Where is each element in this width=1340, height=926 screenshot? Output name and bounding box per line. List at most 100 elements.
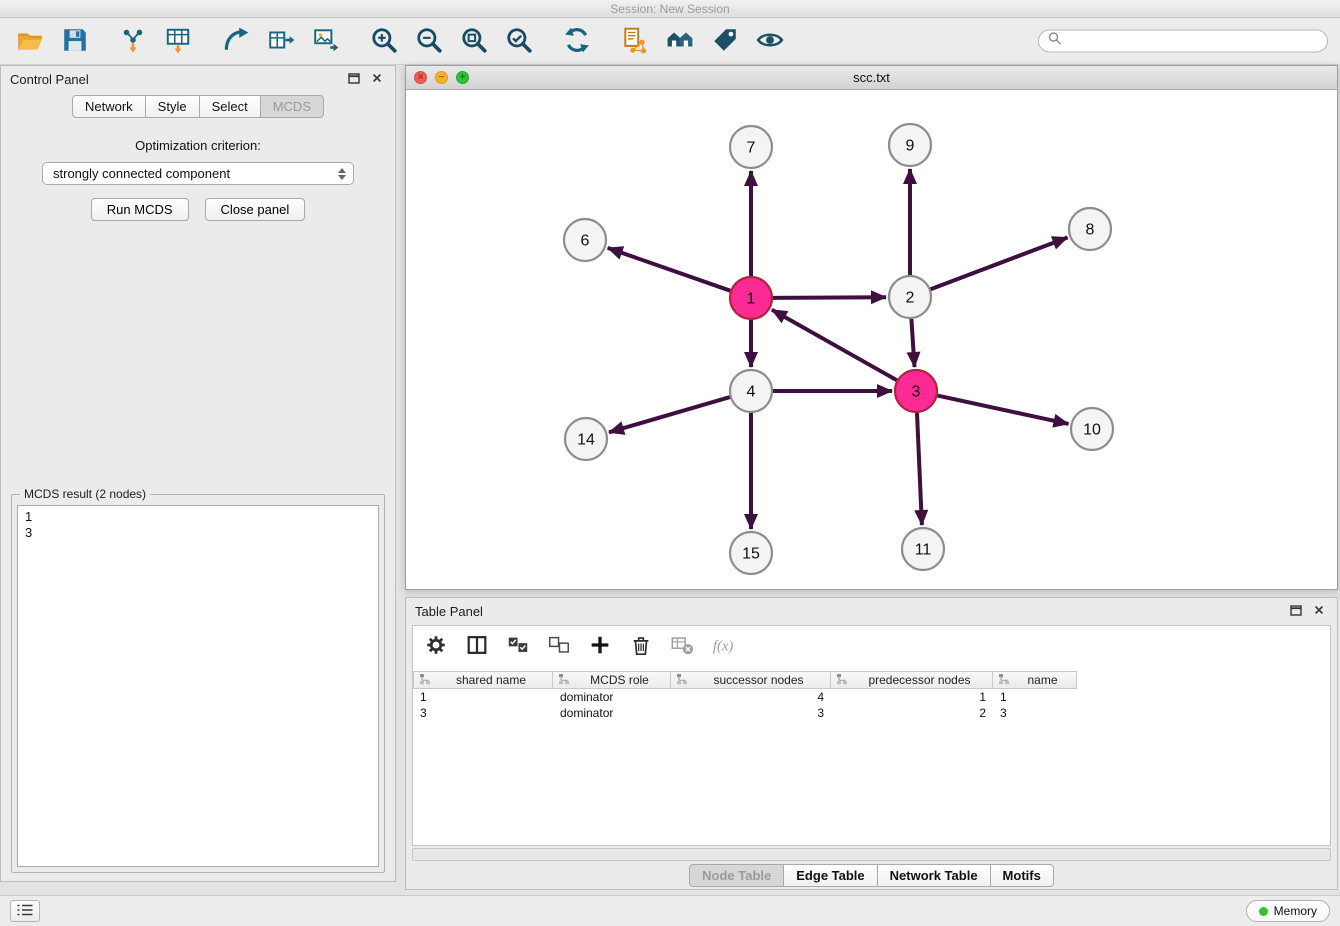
- zoom-selected-button[interactable]: [501, 23, 537, 59]
- svg-text:f(x): f(x): [713, 638, 734, 654]
- close-table-panel-button[interactable]: [1310, 602, 1328, 620]
- tab-mcds[interactable]: MCDS: [260, 95, 324, 118]
- table-cell: 1: [413, 689, 553, 705]
- export-network-button[interactable]: [218, 23, 254, 59]
- close-window-icon[interactable]: ×: [414, 71, 427, 84]
- zoom-out-button[interactable]: [411, 23, 447, 59]
- add-button[interactable]: [587, 633, 613, 659]
- close-icon: [1313, 604, 1325, 619]
- toolbar-group: [115, 23, 196, 59]
- node-9[interactable]: 9: [889, 124, 931, 166]
- zoom-fit-button[interactable]: [456, 23, 492, 59]
- unselect-all-button[interactable]: [546, 633, 572, 659]
- minimize-window-icon[interactable]: −: [435, 71, 448, 84]
- table-row[interactable]: 1dominator411: [413, 689, 1330, 705]
- select-all-button[interactable]: [505, 633, 531, 659]
- apply-style-icon: [711, 26, 739, 57]
- network-canvas[interactable]: 7 9 6 8 1 2 4 3 14 10 15 11: [406, 90, 1337, 589]
- node-1[interactable]: 1: [730, 277, 772, 319]
- export-table-button[interactable]: [263, 23, 299, 59]
- tab-style[interactable]: Style: [145, 95, 200, 118]
- tab-select[interactable]: Select: [199, 95, 261, 118]
- edge-1-2[interactable]: [773, 297, 886, 298]
- table-cell: 3: [671, 705, 831, 721]
- columns-button[interactable]: [464, 633, 490, 659]
- column-header-shared-name[interactable]: shared name: [413, 671, 553, 689]
- float-panel-button[interactable]: [345, 70, 363, 88]
- import-network-icon: [119, 26, 147, 57]
- edge-3-10[interactable]: [938, 396, 1069, 424]
- apply-style-button[interactable]: [707, 23, 743, 59]
- control-panel-title: Control Panel: [10, 72, 89, 87]
- homes-button[interactable]: [662, 23, 698, 59]
- column-type-icon: [998, 673, 1010, 688]
- float-icon: [347, 71, 361, 88]
- app-titlebar[interactable]: Session: New Session: [0, 0, 1340, 18]
- settings-button[interactable]: [423, 633, 449, 659]
- column-header-mcds-role[interactable]: MCDS role: [553, 671, 671, 689]
- tab-edge-table[interactable]: Edge Table: [783, 864, 877, 887]
- tab-network-table[interactable]: Network Table: [877, 864, 991, 887]
- first-neighbors-button[interactable]: [617, 23, 653, 59]
- memory-button[interactable]: Memory: [1246, 900, 1330, 922]
- window-title: Session: New Session: [610, 2, 729, 16]
- close-panel-action-button[interactable]: Close panel: [205, 198, 306, 221]
- svg-text:11: 11: [915, 542, 932, 559]
- edge-4-14[interactable]: [609, 397, 730, 432]
- network-window-titlebar[interactable]: scc.txt × − +: [406, 66, 1337, 90]
- mcds-result-group: MCDS result (2 nodes) 13: [11, 494, 385, 873]
- node-3[interactable]: 3: [895, 370, 937, 412]
- export-image-button[interactable]: [308, 23, 344, 59]
- save-session-button[interactable]: [57, 23, 93, 59]
- select-all-icon: [506, 633, 530, 660]
- run-mcds-button[interactable]: Run MCDS: [91, 198, 189, 221]
- optimization-criterion-select[interactable]: strongly connected component: [42, 162, 354, 185]
- node-6[interactable]: 6: [564, 219, 606, 261]
- edge-3-1[interactable]: [772, 310, 897, 380]
- edge-3-11[interactable]: [917, 413, 922, 525]
- export-network-icon: [222, 26, 250, 57]
- search-box[interactable]: [1038, 30, 1328, 53]
- apply-layout-button[interactable]: [559, 23, 595, 59]
- search-input[interactable]: [1067, 34, 1318, 48]
- edge-1-6[interactable]: [608, 248, 731, 291]
- open-session-button[interactable]: [12, 23, 48, 59]
- import-network-button[interactable]: [115, 23, 151, 59]
- svg-text:9: 9: [906, 138, 915, 155]
- delete-button[interactable]: [628, 633, 654, 659]
- column-header-predecessor-nodes[interactable]: predecessor nodes: [831, 671, 993, 689]
- zoom-window-icon[interactable]: +: [456, 71, 469, 84]
- float-table-panel-button[interactable]: [1287, 602, 1305, 620]
- svg-text:8: 8: [1086, 222, 1095, 239]
- node-8[interactable]: 8: [1069, 208, 1111, 250]
- import-table-icon: [164, 26, 192, 57]
- edge-2-8[interactable]: [931, 238, 1068, 290]
- node-10[interactable]: 10: [1071, 408, 1113, 450]
- zoom-in-button[interactable]: [366, 23, 402, 59]
- table-cell: dominator: [553, 689, 671, 705]
- edge-2-3[interactable]: [911, 319, 914, 367]
- import-table-button[interactable]: [160, 23, 196, 59]
- toolbar-icon-groups: [12, 23, 788, 59]
- tab-network[interactable]: Network: [72, 95, 146, 118]
- table-row[interactable]: 3dominator323: [413, 705, 1330, 721]
- show-graphics-details-button[interactable]: [752, 23, 788, 59]
- close-panel-button[interactable]: [368, 70, 386, 88]
- node-table-area: f(x) shared name MCDS rolesuccessor nodes…: [412, 625, 1331, 846]
- node-4[interactable]: 4: [730, 370, 772, 412]
- task-history-button[interactable]: [10, 900, 40, 922]
- column-header-name[interactable]: name: [993, 671, 1077, 689]
- mcds-result-list[interactable]: 13: [17, 505, 379, 867]
- column-header-successor-nodes[interactable]: successor nodes: [671, 671, 831, 689]
- horizontal-scrollbar[interactable]: [412, 848, 1331, 861]
- node-2[interactable]: 2: [889, 276, 931, 318]
- node-14[interactable]: 14: [565, 418, 607, 460]
- tab-node-table[interactable]: Node Table: [689, 864, 784, 887]
- column-label: name: [1014, 673, 1071, 687]
- node-7[interactable]: 7: [730, 126, 772, 168]
- node-11[interactable]: 11: [902, 528, 944, 570]
- column-label: shared name: [435, 673, 547, 687]
- column-label: predecessor nodes: [852, 673, 987, 687]
- node-15[interactable]: 15: [730, 532, 772, 574]
- tab-motifs[interactable]: Motifs: [990, 864, 1054, 887]
